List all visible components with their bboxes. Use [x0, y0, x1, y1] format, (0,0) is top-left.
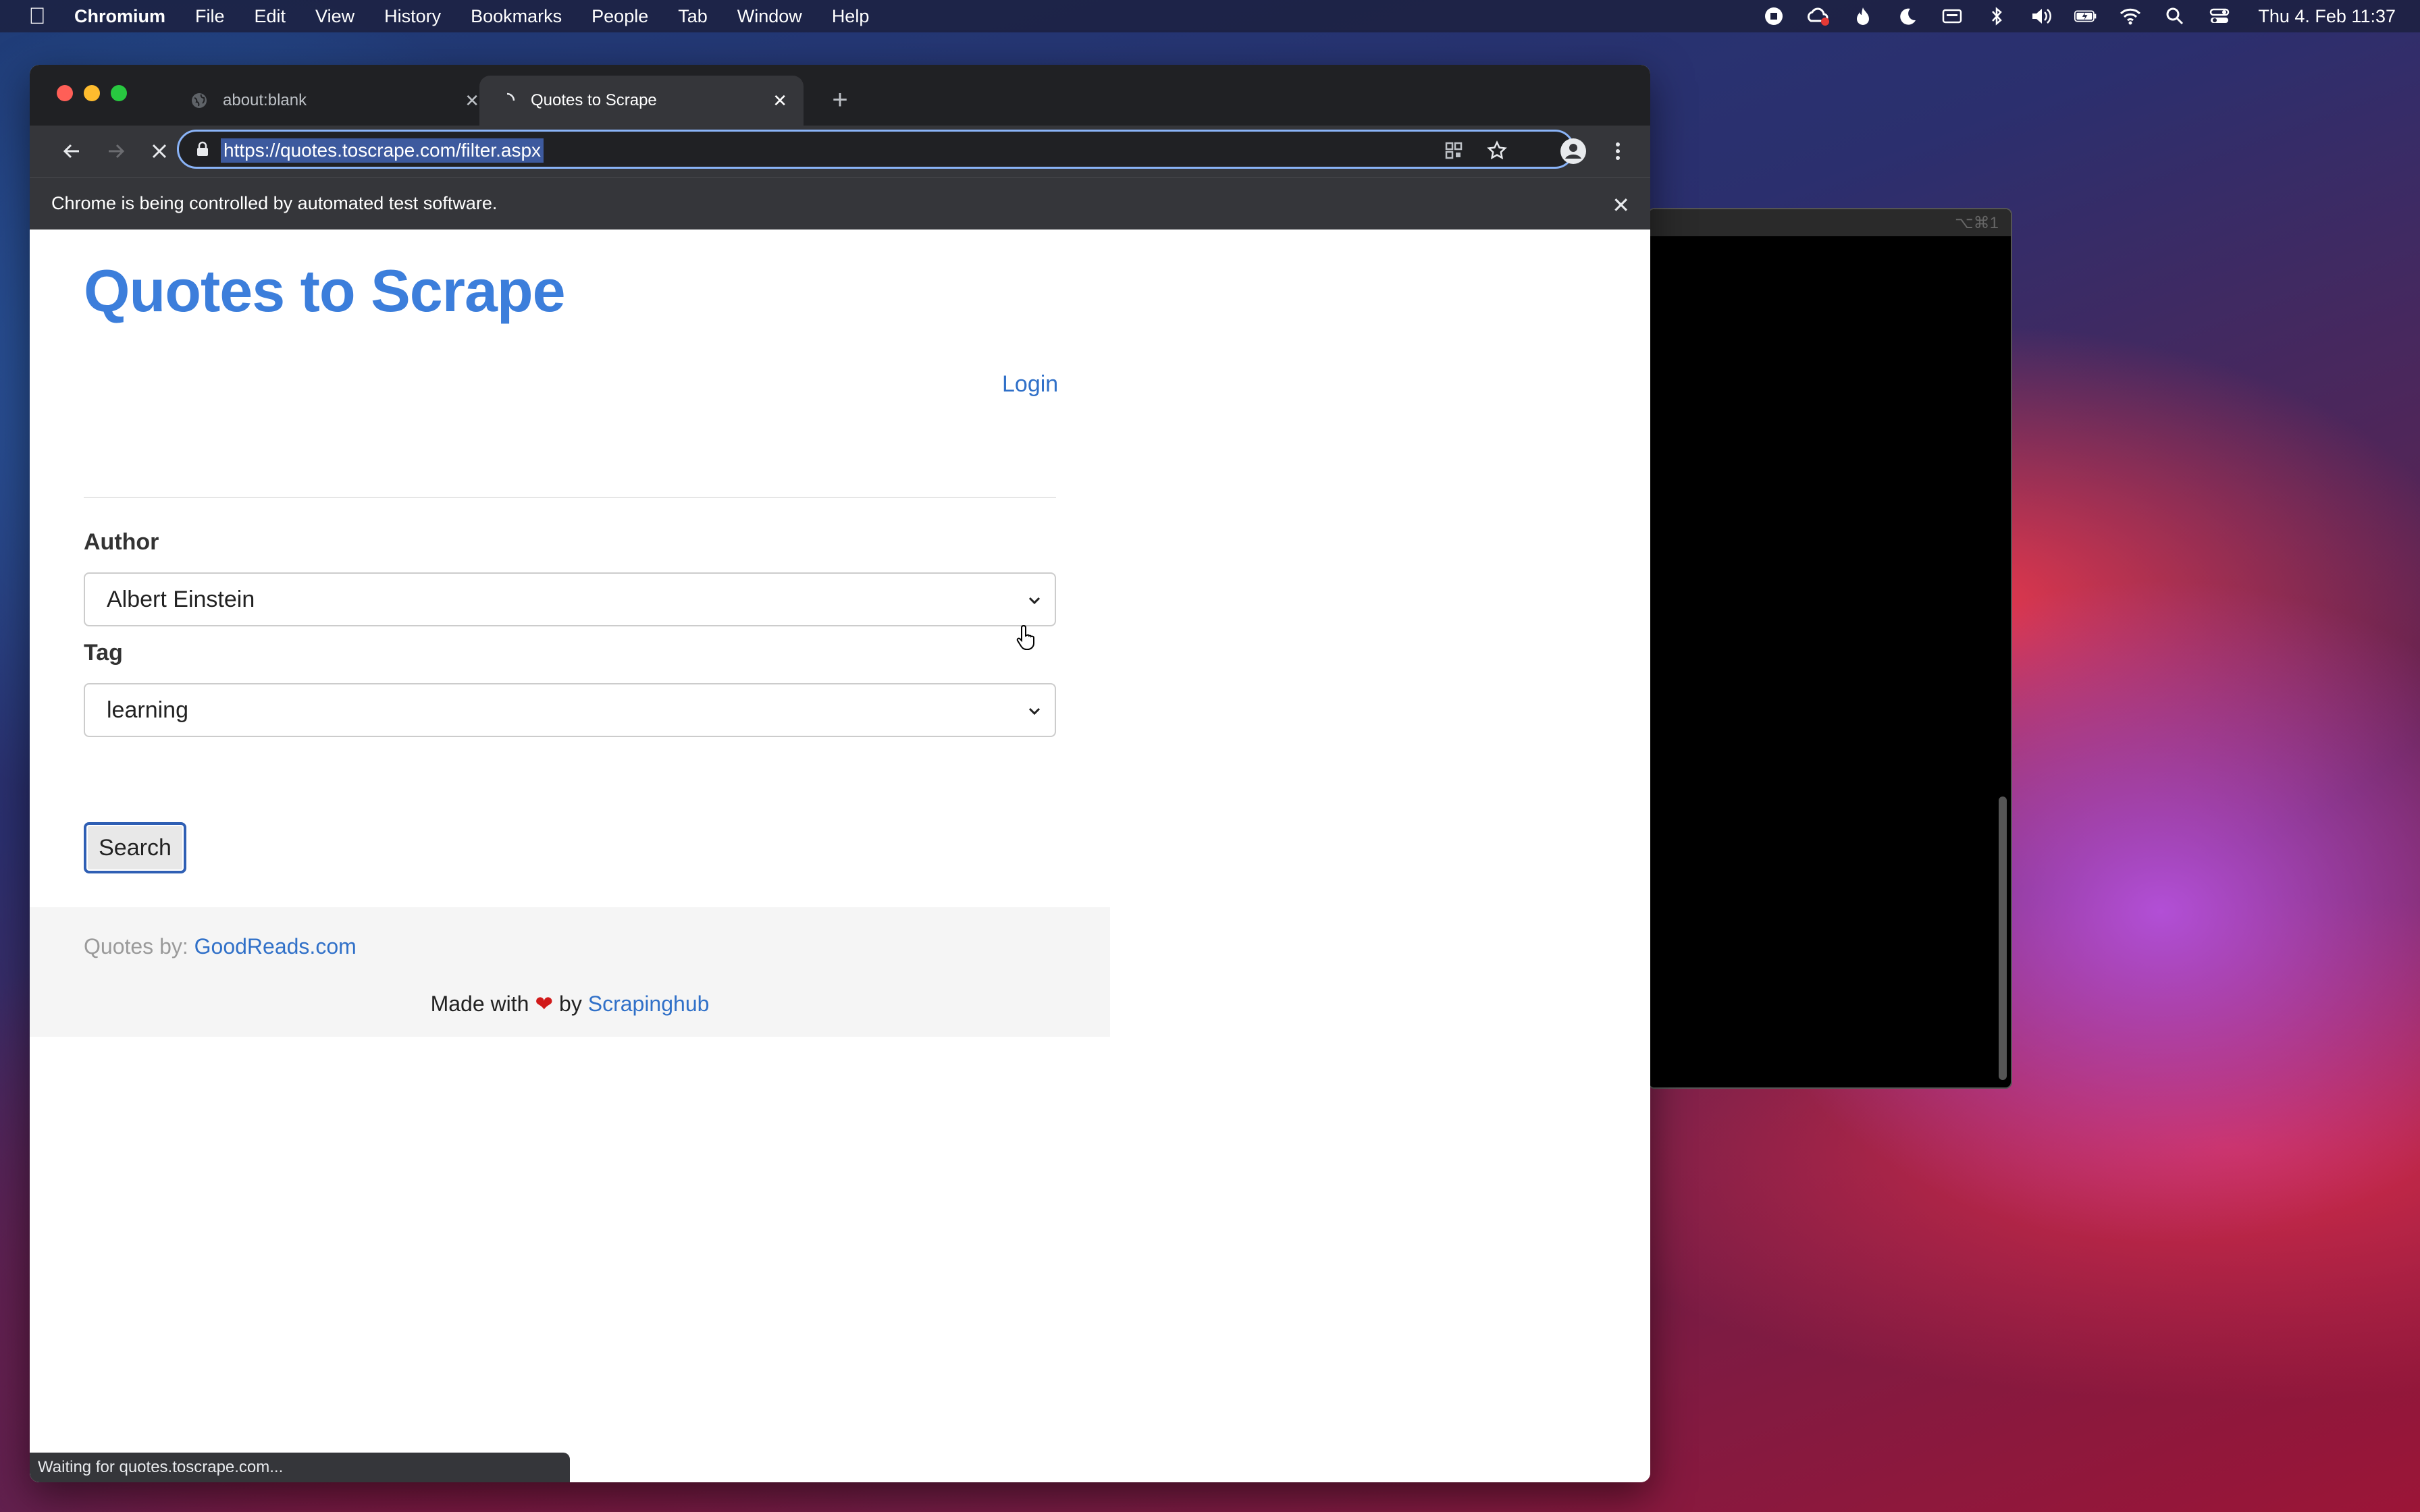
- kebab-menu-icon[interactable]: [1600, 134, 1635, 169]
- status-area: Thu 4. Feb 11:37: [1741, 0, 2396, 32]
- login-link[interactable]: Login: [1002, 371, 1058, 398]
- menu-history[interactable]: History: [384, 6, 441, 27]
- menu-help[interactable]: Help: [832, 6, 870, 27]
- infobar-message: Chrome is being controlled by automated …: [51, 193, 498, 213]
- back-arrow-icon[interactable]: [54, 134, 89, 169]
- tab-title: Quotes to Scrape: [531, 91, 657, 109]
- hand-pointer-cursor-icon: [1016, 624, 1034, 650]
- bookmark-star-icon[interactable]: [1486, 140, 1508, 161]
- tab-close-icon[interactable]: ✕: [772, 90, 787, 111]
- menu-tab[interactable]: Tab: [678, 6, 708, 27]
- tab-close-icon[interactable]: ✕: [465, 90, 479, 111]
- stop-loading-icon[interactable]: [142, 134, 177, 169]
- creative-cloud-icon[interactable]: [1807, 6, 1830, 26]
- forward-arrow-icon[interactable]: [99, 134, 134, 169]
- automation-infobar: Chrome is being controlled by automated …: [30, 177, 1650, 230]
- scrapinghub-link[interactable]: Scrapinghub: [588, 992, 710, 1016]
- qr-code-icon[interactable]: [1443, 140, 1465, 161]
- chevron-down-icon: [1028, 707, 1041, 716]
- goodreads-link[interactable]: GoodReads.com: [194, 934, 357, 959]
- wifi-icon[interactable]: [2119, 6, 2142, 26]
- keyboard-icon[interactable]: [1941, 6, 1964, 26]
- menubar-clock[interactable]: Thu 4. Feb 11:37: [2258, 6, 2396, 27]
- made-with-text: Made with: [430, 992, 535, 1016]
- author-selected-value: Albert Einstein: [107, 586, 255, 612]
- site-title[interactable]: Quotes to Scrape: [84, 256, 566, 325]
- macos-menu-bar:  Chromium File Edit View History Bookma…: [0, 0, 2420, 32]
- bluetooth-icon[interactable]: [1985, 6, 2008, 26]
- tab-quotes-to-scrape[interactable]: Quotes to Scrape ✕: [479, 76, 804, 126]
- window-zoom-button[interactable]: [111, 85, 127, 101]
- url-text[interactable]: https://quotes.toscrape.com/filter.aspx: [221, 138, 544, 163]
- chevron-down-icon: [1028, 597, 1041, 605]
- tag-select[interactable]: learning: [84, 683, 1056, 737]
- window-minimize-button[interactable]: [84, 85, 100, 101]
- page-footer: Quotes by: GoodReads.com Made with ❤ by …: [30, 907, 1110, 1037]
- infobar-close-icon[interactable]: ✕: [1612, 192, 1630, 218]
- menu-window[interactable]: Window: [737, 6, 802, 27]
- by-text: by: [553, 992, 588, 1016]
- heart-icon: ❤: [535, 992, 554, 1016]
- loading-status-bar: Waiting for quotes.toscrape.com...: [30, 1453, 570, 1482]
- control-center-icon[interactable]: [2208, 6, 2231, 26]
- address-bar[interactable]: https://quotes.toscrape.com/filter.aspx: [177, 130, 1575, 169]
- loading-spinner-icon: [498, 92, 516, 109]
- browser-window: about:blank ✕ Quotes to Scrape ✕ + https…: [30, 65, 1650, 1482]
- menu-edit[interactable]: Edit: [255, 6, 286, 27]
- battery-icon[interactable]: [2074, 6, 2097, 26]
- browser-toolbar: https://quotes.toscrape.com/filter.aspx: [30, 126, 1650, 177]
- desktop: { "menubar": { "app": "Chromium", "items…: [0, 0, 2420, 1512]
- menu-bookmarks[interactable]: Bookmarks: [471, 6, 562, 27]
- terminal-scrollbar[interactable]: [1999, 796, 2007, 1080]
- window-close-button[interactable]: [57, 85, 73, 101]
- new-tab-icon[interactable]: +: [820, 80, 860, 120]
- menu-people[interactable]: People: [591, 6, 648, 27]
- volume-icon[interactable]: [2030, 6, 2053, 26]
- terminal-window[interactable]: ⌥⌘1: [1648, 208, 2012, 1089]
- flame-icon[interactable]: [1851, 6, 1874, 26]
- tag-label: Tag: [84, 640, 123, 666]
- lock-icon[interactable]: [195, 141, 211, 157]
- quotes-by-line: Quotes by: GoodReads.com: [84, 934, 357, 959]
- author-select[interactable]: Albert Einstein: [84, 572, 1056, 626]
- menu-view[interactable]: View: [315, 6, 354, 27]
- tab-title: about:blank: [223, 91, 307, 109]
- tag-selected-value: learning: [107, 697, 188, 723]
- record-stop-icon[interactable]: [1762, 6, 1785, 26]
- spotlight-search-icon[interactable]: [2163, 6, 2186, 26]
- web-page: Quotes to Scrape Login Author Albert Ein…: [30, 230, 1650, 1482]
- globe-icon: [190, 92, 208, 109]
- quotes-by-text: Quotes by:: [84, 934, 194, 959]
- author-label: Author: [84, 529, 159, 555]
- menu-file[interactable]: File: [195, 6, 225, 27]
- tab-about-blank[interactable]: about:blank ✕: [172, 76, 496, 126]
- apple-menu-icon[interactable]: : [0, 3, 74, 30]
- header-divider: [84, 497, 1056, 498]
- menu-app-name[interactable]: Chromium: [74, 6, 165, 27]
- tab-strip: about:blank ✕ Quotes to Scrape ✕ +: [30, 65, 1650, 126]
- profile-avatar-icon[interactable]: [1556, 134, 1591, 169]
- moon-icon[interactable]: [1896, 6, 1919, 26]
- terminal-shortcut: ⌥⌘1: [1649, 209, 2011, 236]
- made-with-line: Made with ❤ by Scrapinghub: [30, 991, 1110, 1017]
- search-button[interactable]: Search: [84, 822, 186, 873]
